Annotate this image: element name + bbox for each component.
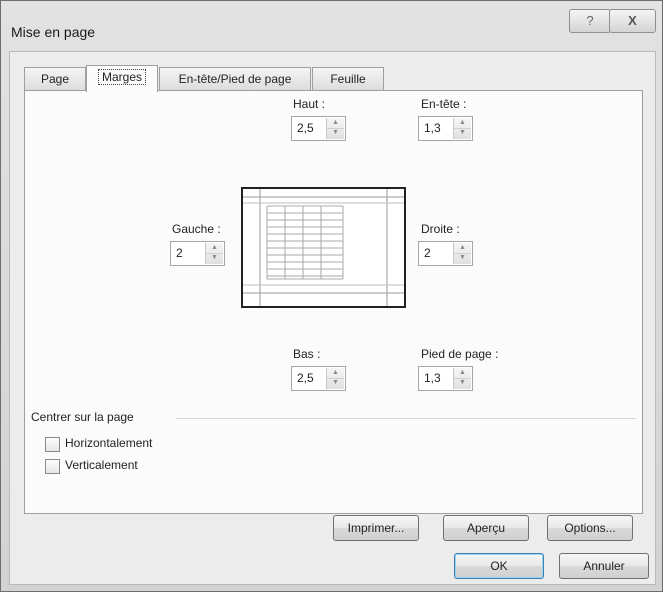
tab-label: Feuille: [330, 72, 366, 86]
tab-en-tete-pied-de-page[interactable]: En-tête/Pied de page: [159, 67, 311, 90]
dialog-title: Mise en page: [11, 24, 96, 40]
tab-label: En-tête/Pied de page: [178, 72, 292, 86]
tab-page[interactable]: Page: [24, 67, 86, 90]
droite-spinner[interactable]: 2 ▲ ▼: [418, 241, 473, 266]
spin-arrows: ▲ ▼: [326, 118, 344, 139]
verticalement-label[interactable]: Verticalement: [65, 458, 138, 472]
bas-label: Bas :: [293, 347, 321, 361]
horizontalement-label[interactable]: Horizontalement: [65, 436, 152, 450]
centrer-sur-la-page-label: Centrer sur la page: [31, 410, 134, 424]
spin-arrows: ▲ ▼: [453, 368, 471, 389]
spin-arrows: ▲ ▼: [453, 243, 471, 264]
spin-arrows: ▲ ▼: [205, 243, 223, 264]
gauche-value[interactable]: 2: [176, 246, 183, 260]
section-divider: [176, 418, 636, 419]
haut-value[interactable]: 2,5: [297, 121, 314, 135]
haut-label: Haut :: [293, 97, 326, 111]
spin-down-icon[interactable]: ▼: [454, 378, 471, 388]
options-button[interactable]: Options...: [547, 515, 633, 541]
horizontalement-checkbox[interactable]: [45, 437, 60, 452]
title-bar[interactable]: Mise en page ? X: [1, 1, 662, 49]
page-setup-dialog: Mise en page ? X Page Marges En-tête/Pie…: [0, 0, 663, 592]
en-tete-label: En-tête :: [421, 97, 467, 111]
close-icon: X: [628, 13, 637, 28]
spin-down-icon[interactable]: ▼: [206, 253, 223, 263]
page-preview-icon: [241, 187, 406, 308]
pied-de-page-value[interactable]: 1,3: [424, 371, 441, 385]
help-icon: ?: [586, 13, 594, 28]
spin-down-icon[interactable]: ▼: [327, 128, 344, 138]
close-button[interactable]: X: [609, 9, 656, 33]
dialog-client-area: Page Marges En-tête/Pied de page Feuille…: [9, 51, 656, 585]
tab-marges[interactable]: Marges: [86, 65, 158, 92]
imprimer-button[interactable]: Imprimer...: [333, 515, 419, 541]
help-button[interactable]: ?: [569, 9, 611, 33]
en-tete-spinner[interactable]: 1,3 ▲ ▼: [418, 116, 473, 141]
annuler-button[interactable]: Annuler: [559, 553, 649, 579]
tab-feuille[interactable]: Feuille: [312, 67, 384, 90]
droite-label: Droite :: [421, 222, 460, 236]
pied-de-page-spinner[interactable]: 1,3 ▲ ▼: [418, 366, 473, 391]
verticalement-checkbox[interactable]: [45, 459, 60, 474]
bas-spinner[interactable]: 2,5 ▲ ▼: [291, 366, 346, 391]
tab-label: Marges: [97, 69, 146, 85]
ok-button[interactable]: OK: [454, 553, 544, 579]
apercu-button[interactable]: Aperçu: [443, 515, 529, 541]
gauche-label: Gauche :: [172, 222, 221, 236]
spin-down-icon[interactable]: ▼: [327, 378, 344, 388]
gauche-spinner[interactable]: 2 ▲ ▼: [170, 241, 225, 266]
haut-spinner[interactable]: 2,5 ▲ ▼: [291, 116, 346, 141]
tab-panel-marges: Haut : 2,5 ▲ ▼ En-tête : 1,3 ▲ ▼ Gauche …: [24, 90, 643, 541]
spin-down-icon[interactable]: ▼: [454, 253, 471, 263]
spin-arrows: ▲ ▼: [453, 118, 471, 139]
spin-down-icon[interactable]: ▼: [454, 128, 471, 138]
bas-value[interactable]: 2,5: [297, 371, 314, 385]
en-tete-value[interactable]: 1,3: [424, 121, 441, 135]
spin-arrows: ▲ ▼: [326, 368, 344, 389]
pied-de-page-label: Pied de page :: [421, 347, 499, 361]
page-preview-graphic: [243, 189, 404, 306]
tab-label: Page: [40, 72, 70, 86]
droite-value[interactable]: 2: [424, 246, 431, 260]
